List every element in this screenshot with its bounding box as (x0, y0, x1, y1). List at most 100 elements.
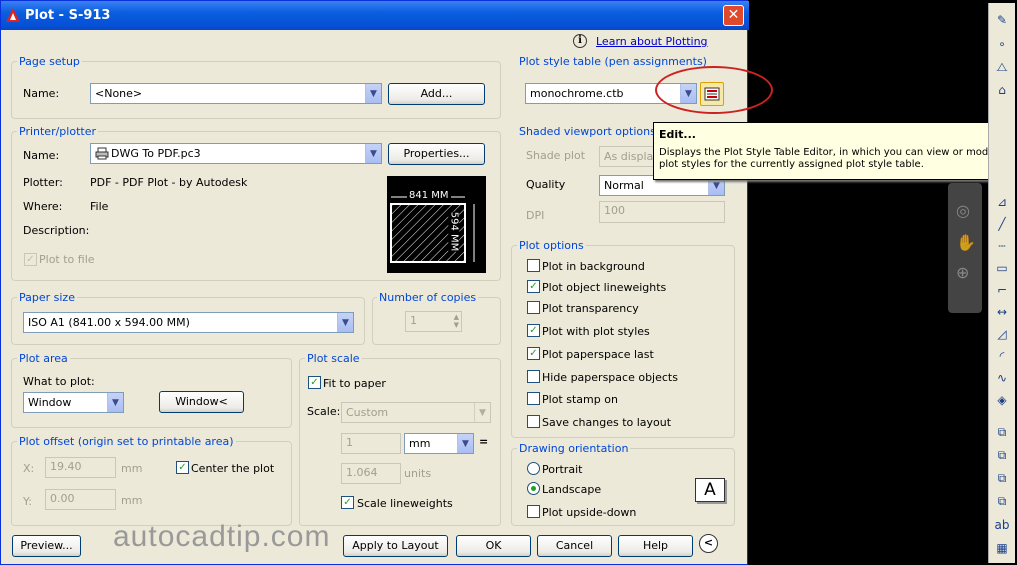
learn-about-plotting-link[interactable]: Learn about Plotting (596, 35, 708, 48)
plot-option-checkbox[interactable]: ✓ (527, 347, 540, 360)
portrait-label: Portrait (542, 463, 583, 476)
edit-tooltip: Edit... Displays the Plot Style Table Ed… (653, 122, 1011, 180)
scale-select[interactable]: Custom ▼ (341, 402, 491, 423)
chevron-down-icon: ▼ (365, 84, 381, 103)
plot-offset-group (11, 441, 292, 526)
watermark-text: autocadtip.com (113, 520, 331, 553)
printer-name-select[interactable]: DWG To PDF.pc3 ▼ (90, 143, 382, 164)
properties-button[interactable]: Properties... (388, 143, 485, 165)
upside-down-checkbox[interactable] (527, 505, 540, 518)
plot-option-checkbox[interactable]: ✓ (527, 324, 540, 337)
plot-option-checkbox[interactable] (527, 415, 540, 428)
paper-size-label: Paper size (17, 291, 77, 304)
tooltip-text: Displays the Plot Style Table Editor, in… (659, 147, 1001, 170)
copies-field[interactable]: 1 ▲ ▼ (405, 311, 462, 332)
navigation-bar: ◎ ✋ ⊕ (948, 183, 982, 313)
brush-icon[interactable]: ✎ (993, 11, 1011, 29)
autocad-right-toolbar: ✎ ∘ ⧍ ⌂ ⊿ ╱ ┄ ▭ ⌐ ↔ ◿ ◜ ∿ ◈ ⧉ ⧉ ⧉ ⧉ ab ▦ (988, 3, 1015, 563)
printer-name-label: Name: (23, 149, 60, 162)
scale-unit-select[interactable]: mm ▼ (404, 433, 474, 454)
align-icon[interactable]: ⊿ (993, 193, 1011, 211)
layer-above-icon[interactable]: ⧉ (993, 469, 1011, 487)
layer-back-icon[interactable]: ⧉ (993, 446, 1011, 464)
chamfer-icon[interactable]: ◿ (993, 325, 1011, 343)
center-plot-label: Center the plot (191, 462, 275, 475)
dpi-label: DPI (526, 209, 545, 222)
offset-icon[interactable]: ⌂ (993, 81, 1011, 99)
zoom-icon[interactable]: ⊕ (956, 263, 969, 282)
plot-offset-label: Plot offset (origin set to printable are… (17, 435, 236, 448)
page-setup-name-select[interactable]: <None> ▼ (90, 83, 382, 104)
plot-option-label: Plot object lineweights (542, 281, 667, 294)
quality-label: Quality (526, 178, 566, 191)
preview-width-label: 841 MM (407, 190, 451, 201)
offset-y-unit: mm (121, 494, 143, 507)
join-icon[interactable]: ↔ (993, 303, 1011, 321)
preview-button[interactable]: Preview... (12, 535, 81, 557)
spin-arrows-icon: ▲ ▼ (453, 313, 459, 329)
plot-option-checkbox[interactable] (527, 392, 540, 405)
apply-to-layout-button[interactable]: Apply to Layout (343, 535, 448, 557)
info-icon: i (573, 34, 587, 48)
plotter-value: PDF - PDF Plot - by Autodesk (90, 176, 248, 189)
close-icon: ✕ (727, 7, 740, 23)
scale-lineweights-checkbox[interactable]: ✓ (341, 496, 354, 509)
scale-units-field[interactable]: 1.064 (341, 463, 401, 484)
units-label: units (404, 467, 432, 480)
steering-wheel-icon[interactable]: ◎ (956, 201, 970, 220)
offset-y-label: Y: (23, 495, 32, 508)
printer-plotter-label: Printer/plotter (17, 125, 98, 138)
plot-option-checkbox[interactable] (527, 259, 540, 272)
page-setup-label: Page setup (17, 55, 82, 68)
close-button[interactable]: ✕ (723, 5, 744, 26)
plot-option-checkbox[interactable]: ✓ (527, 280, 540, 293)
plot-option-label: Plot with plot styles (542, 325, 650, 338)
plot-option-checkbox[interactable] (527, 301, 540, 314)
step-icon[interactable]: ⌐ (993, 281, 1011, 299)
mirror-icon[interactable]: ⧍ (993, 58, 1011, 76)
pan-hand-icon[interactable]: ✋ (956, 233, 976, 252)
plotter-label: Plotter: (23, 176, 63, 189)
help-button[interactable]: Help (618, 535, 693, 557)
dpi-field[interactable]: 100 (599, 201, 725, 223)
curve-icon[interactable]: ∿ (993, 369, 1011, 387)
ok-button[interactable]: OK (456, 535, 531, 557)
layer-front-icon[interactable]: ⧉ (993, 423, 1011, 441)
plot-dialog: Plot - S-913 ✕ i Learn about Plotting Pa… (0, 0, 1011, 565)
fit-to-paper-checkbox[interactable]: ✓ (308, 376, 321, 389)
paper-size-select[interactable]: ISO A1 (841.00 x 594.00 MM) ▼ (23, 312, 354, 333)
center-plot-checkbox[interactable]: ✓ (176, 461, 189, 474)
scale-value: Custom (346, 406, 389, 419)
text-abc-icon[interactable]: ab (993, 516, 1011, 534)
cancel-button[interactable]: Cancel (537, 535, 612, 557)
explode-icon[interactable]: ◈ (993, 391, 1011, 409)
offset-y-field[interactable]: 0.00 (45, 489, 116, 510)
page-setup-name-value: <None> (95, 87, 143, 100)
title-bar[interactable]: Plot - S-913 ✕ (1, 1, 749, 30)
scale-lineweights-label: Scale lineweights (357, 497, 453, 510)
plot-option-checkbox[interactable] (527, 370, 540, 383)
shade-plot-select[interactable]: As displayed (599, 146, 659, 167)
add-button[interactable]: Add... (388, 83, 485, 105)
window-button[interactable]: Window< (159, 391, 244, 413)
portrait-radio[interactable] (527, 462, 540, 475)
landscape-radio[interactable] (527, 482, 540, 495)
dashed-line-icon[interactable]: ┄ (993, 237, 1011, 255)
fillet-icon[interactable]: ◜ (993, 347, 1011, 365)
landscape-orientation-icon: A (695, 478, 725, 502)
plot-to-file-checkbox[interactable]: ✓ (24, 253, 37, 266)
printer-name-value: DWG To PDF.pc3 (111, 147, 201, 160)
rect-line-icon[interactable]: ▭ (993, 259, 1011, 277)
plot-style-table-label: Plot style table (pen assignments) (517, 55, 709, 68)
what-to-plot-select[interactable]: Window ▼ (23, 392, 124, 413)
plot-style-value: monochrome.ctb (530, 87, 624, 100)
where-label: Where: (23, 200, 63, 213)
collapse-arrow-icon[interactable]: < (699, 534, 718, 553)
plot-area-label: Plot area (17, 352, 70, 365)
break-line-icon[interactable]: ╱ (993, 215, 1011, 233)
circles-icon[interactable]: ∘ (993, 35, 1011, 53)
offset-x-field[interactable]: 19.40 (45, 457, 116, 478)
table-icon[interactable]: ▦ (993, 539, 1011, 557)
layer-under-icon[interactable]: ⧉ (993, 492, 1011, 510)
scale-num-field[interactable]: 1 (341, 433, 401, 454)
